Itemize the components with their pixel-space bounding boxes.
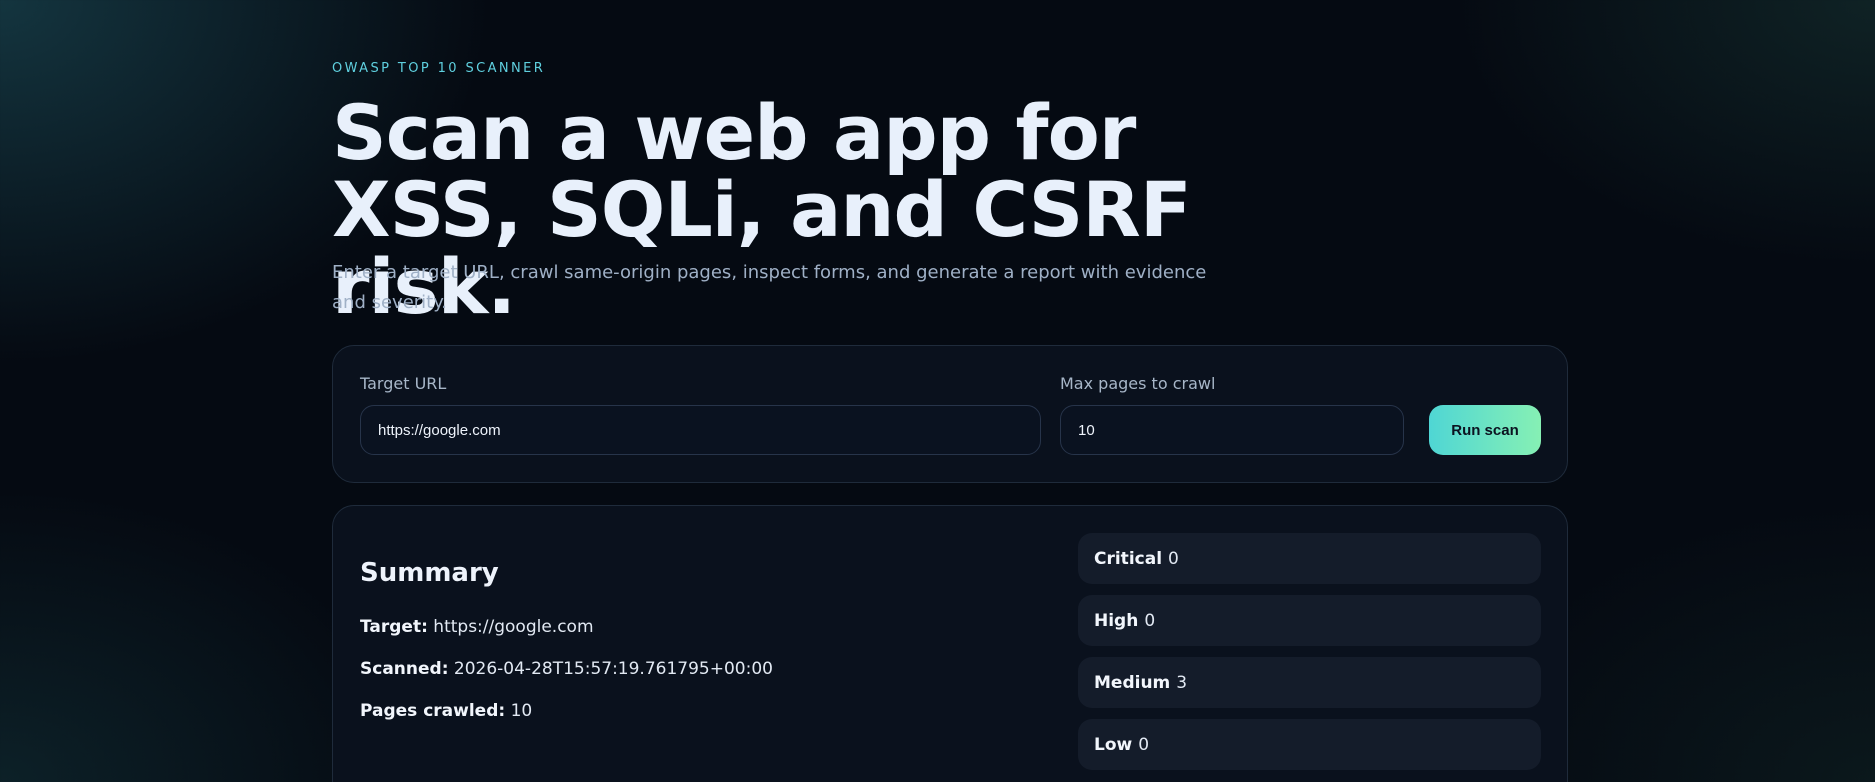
max-pages-label: Max pages to crawl xyxy=(1060,374,1216,393)
max-pages-input[interactable] xyxy=(1060,405,1404,455)
summary-pages-value: 10 xyxy=(510,701,533,721)
target-url-label: Target URL xyxy=(360,374,447,393)
summary-target-value: https://google.com xyxy=(433,617,594,637)
severity-high: High 0 xyxy=(1078,595,1541,646)
summary-target-label: Target: xyxy=(360,617,428,637)
severity-low: Low 0 xyxy=(1078,719,1541,770)
page-subtitle: Enter a target URL, crawl same-origin pa… xyxy=(332,262,1207,313)
summary-card: Summary Target: https://google.com Scann… xyxy=(332,505,1568,782)
summary-target: Target: https://google.com xyxy=(360,617,594,637)
summary-scanned-value: 2026-04-28T15:57:19.761795+00:00 xyxy=(453,659,773,679)
severity-count: 0 xyxy=(1144,610,1156,631)
severity-critical: Critical 0 xyxy=(1078,533,1541,584)
severity-label: Critical xyxy=(1094,548,1163,569)
severity-count: 3 xyxy=(1176,672,1188,693)
severity-count: 0 xyxy=(1138,734,1150,755)
summary-pages-label: Pages crawled: xyxy=(360,701,506,721)
severity-medium: Medium 3 xyxy=(1078,657,1541,708)
eyebrow-label: OWASP TOP 10 SCANNER xyxy=(332,61,546,76)
run-scan-button[interactable]: Run scan xyxy=(1429,405,1541,455)
severity-label: Medium xyxy=(1094,672,1171,693)
summary-title: Summary xyxy=(360,558,499,588)
summary-pages: Pages crawled: 10 xyxy=(360,701,532,721)
scan-form-card: Target URL Max pages to crawl Run scan xyxy=(332,345,1568,483)
severity-label: Low xyxy=(1094,734,1133,755)
summary-scanned-label: Scanned: xyxy=(360,659,449,679)
severity-count: 0 xyxy=(1168,548,1179,569)
summary-scanned: Scanned: 2026-04-28T15:57:19.761795+00:0… xyxy=(360,659,773,679)
severity-label: High xyxy=(1094,610,1139,631)
target-url-input[interactable] xyxy=(360,405,1041,455)
